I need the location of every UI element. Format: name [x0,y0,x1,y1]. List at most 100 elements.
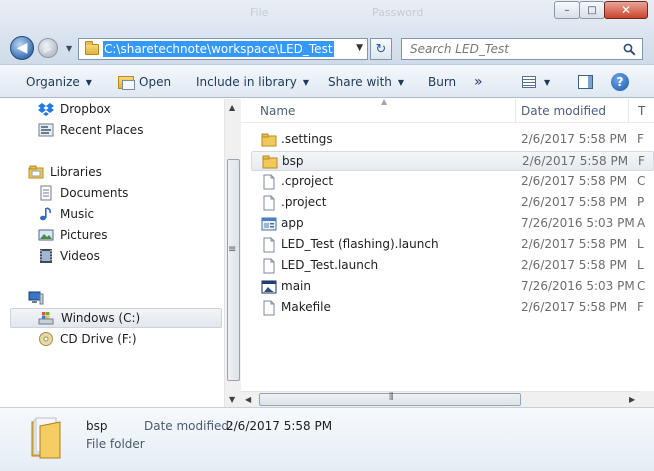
file-row[interactable]: .cproject 2/6/2017 5:58 PM C [251,172,654,192]
recent-pages-dropdown[interactable]: ▼ [66,44,72,53]
column-date-modified[interactable]: Date modified [521,99,606,123]
music-icon [40,207,51,221]
file-row[interactable]: LED_Test.launch 2/6/2017 5:58 PM L [251,256,654,276]
address-bar[interactable]: C:\sharetechnote\workspace\LED_Test ▼ [78,38,368,60]
refresh-button[interactable]: ↻ [370,38,392,60]
navigation-bar: ◀ ▶ ▼ C:\sharetechnote\workspace\LED_Tes… [0,30,654,64]
scrollbar-thumb[interactable] [227,159,240,381]
file-row[interactable]: bsp 2/6/2017 5:58 PM F [251,151,654,171]
videos-icon [40,249,52,263]
file-icon [263,300,275,316]
file-name: bsp [282,154,304,168]
address-dropdown-icon[interactable]: ▼ [356,43,363,53]
search-icon[interactable] [623,43,636,56]
file-row[interactable]: app 7/26/2016 5:03 PM A [251,214,654,234]
nav-item-dropbox[interactable]: Dropbox [10,99,222,119]
file-name: app [281,216,304,230]
nav-item-cd-drive-f[interactable]: CD Drive (F:) [10,329,222,349]
column-divider[interactable] [515,99,516,123]
help-button[interactable]: ? [611,65,629,99]
preview-pane-icon [578,75,593,89]
documents-icon [40,185,52,201]
nav-item-windows-c[interactable]: Windows (C:) [10,308,222,328]
details-date-label: Date modified: [144,419,234,433]
file-list-horizontal-scrollbar[interactable]: ◀ ⦀ ▶ [241,391,639,407]
open-label: Open [139,75,172,89]
nav-item-pictures[interactable]: Pictures [10,225,222,245]
title-bar: File Password – □ ✕ [0,0,654,30]
windows-drive-icon [38,312,54,325]
open-button[interactable]: Open [118,65,171,99]
file-name: main [281,279,311,293]
column-name[interactable]: Name [260,99,295,123]
pictures-icon [38,229,54,241]
share-with-button[interactable]: Share with ▼ [328,65,404,99]
scroll-right-icon[interactable]: ▶ [629,395,635,404]
nav-item-recent-places[interactable]: Recent Places [10,120,222,140]
cd-drive-icon [39,332,53,346]
file-row[interactable]: .project 2/6/2017 5:58 PM P [251,193,654,213]
nav-item-label: Recent Places [60,123,144,137]
burn-button[interactable]: Burn [428,65,456,99]
details-item-type: File folder [86,437,145,451]
file-type-truncated: A [637,216,646,230]
search-box[interactable] [401,38,643,60]
file-list: ▲ Name Date modified T .settings 2/6/2017… [241,99,654,407]
nav-item-documents[interactable]: Documents [10,183,222,203]
file-date-modified: 2/6/2017 5:58 PM [521,237,628,251]
nav-item-videos[interactable]: Videos [10,246,222,266]
column-type[interactable]: T [638,99,645,123]
recent-places-icon [38,123,54,137]
file-type-truncated: L [637,237,644,251]
close-button[interactable]: ✕ [604,1,648,19]
file-type-truncated: L [637,258,644,272]
file-date-modified: 2/6/2017 5:58 PM [521,195,628,209]
file-row[interactable]: Makefile 2/6/2017 5:58 PM F [251,298,654,318]
nav-item-label: Documents [60,186,129,200]
scroll-down-icon[interactable]: ▼ [229,395,235,404]
organize-label: Organize [26,75,80,89]
maximize-button[interactable]: □ [579,1,605,19]
file-row[interactable]: .settings 2/6/2017 5:58 PM F [251,130,654,150]
back-arrow-icon: ◀ [16,40,28,56]
file-icon [263,237,275,253]
search-input[interactable] [410,42,610,56]
more-commands-button[interactable]: » [474,65,483,99]
title-ghost-left: File [250,6,269,19]
nav-item-music[interactable]: Music [10,204,222,224]
file-type-truncated: C [637,174,646,188]
refresh-icon: ↻ [375,41,387,57]
nav-item-libraries[interactable]: Libraries [10,162,222,182]
file-row[interactable]: main 7/26/2016 5:03 PM C [251,277,654,297]
organize-button[interactable]: Organize ▼ [26,65,92,99]
redacted-area [34,355,194,399]
large-folder-icon [31,417,61,459]
minimize-button[interactable]: – [554,1,580,19]
include-in-library-button[interactable]: Include in library ▼ [196,65,309,99]
folder-icon [85,40,99,55]
scroll-up-icon[interactable]: ▲ [229,103,235,112]
preview-pane-button[interactable] [578,65,593,99]
change-view-button[interactable]: ▼ [522,65,550,99]
folder-icon [261,133,277,147]
column-divider[interactable] [628,99,629,123]
address-path[interactable]: C:\sharetechnote\workspace\LED_Test [103,41,334,57]
file-name: .project [281,195,327,209]
scrollbar-corner [639,391,654,407]
details-item-name: bsp [86,419,108,433]
file-icon [263,258,275,274]
views-icon [522,76,536,88]
nav-item-label: Music [60,207,95,221]
file-row[interactable]: LED_Test (flashing).launch 2/6/2017 5:58 … [251,235,654,255]
command-bar: Organize ▼ Open Include in library ▼ Share… [0,64,654,98]
file-name: .settings [281,132,333,146]
scroll-left-icon[interactable]: ◀ [245,395,251,404]
navigation-pane-scrollbar[interactable]: ▲ ≡ ▼ [224,99,241,407]
nav-item-label: CD Drive (F:) [60,332,137,346]
forward-button[interactable]: ▶ [38,38,58,58]
details-date-value: 2/6/2017 5:58 PM [226,419,333,433]
file-date-modified: 7/26/2016 5:03 PM [521,216,635,230]
file-date-modified: 7/26/2016 5:03 PM [521,279,635,293]
nav-item-label: Dropbox [60,102,111,116]
back-button[interactable]: ◀ [10,36,34,60]
